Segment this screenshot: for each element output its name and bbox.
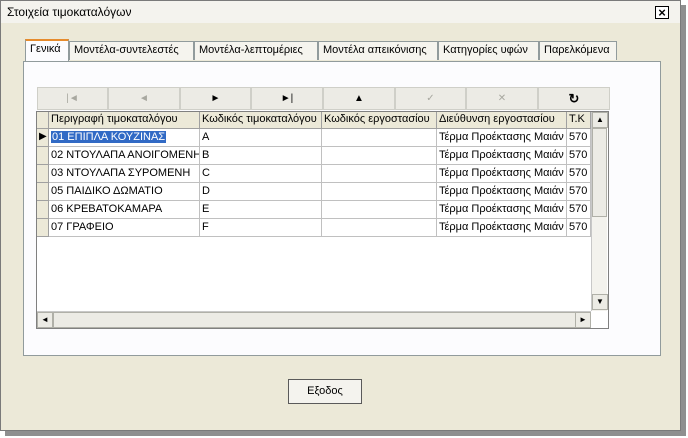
table-cell[interactable] bbox=[322, 147, 437, 165]
table-cell[interactable]: Τέρμα Προέκτασης Μαιάν bbox=[437, 129, 567, 147]
table-cell[interactable]: 01 ΕΠΙΠΛΑ ΚΟΥΖΙΝΑΣ bbox=[49, 129, 200, 147]
table-cell[interactable]: 570 bbox=[567, 147, 591, 165]
exit-button[interactable]: Εξοδος bbox=[288, 379, 362, 404]
table-cell[interactable]: Τέρμα Προέκτασης Μαιάν bbox=[437, 165, 567, 183]
cell-text: D bbox=[202, 185, 210, 197]
table-cell[interactable]: 570 bbox=[567, 201, 591, 219]
record-navigator: |◄ ◄ ► ►| ▲ ✓ ✕ ↻ bbox=[37, 87, 610, 110]
cell-text: 570 bbox=[569, 167, 588, 179]
scroll-up-arrow-icon[interactable]: ▲ bbox=[592, 112, 608, 128]
table-cell[interactable] bbox=[322, 129, 437, 147]
current-row-arrow-icon: ▶ bbox=[39, 131, 47, 142]
close-button[interactable]: × bbox=[655, 6, 669, 19]
table-cell[interactable]: D bbox=[200, 183, 322, 201]
cell-text: C bbox=[202, 167, 210, 179]
table-cell[interactable] bbox=[322, 165, 437, 183]
cell-text: 03 ΝΤΟΥΛΑΠΑ ΣΥΡΟΜΕΝΗ bbox=[51, 167, 191, 179]
column-header-factory-code[interactable]: Κωδικός εργοστασίου bbox=[322, 112, 437, 129]
table-cell[interactable]: 570 bbox=[567, 165, 591, 183]
table-cell[interactable]: 07 ΓΡΑΦΕΙΟ bbox=[49, 219, 200, 237]
next-record-button[interactable]: ► bbox=[180, 87, 251, 110]
table-cell[interactable]: Τέρμα Προέκτασης Μαιάν bbox=[437, 183, 567, 201]
scroll-down-arrow-icon[interactable]: ▼ bbox=[592, 294, 608, 310]
scroll-left-arrow-icon[interactable]: ◄ bbox=[37, 312, 53, 328]
title-bar: Στοιχεία τιμοκαταλόγων × bbox=[1, 1, 680, 23]
vertical-scroll-thumb[interactable] bbox=[592, 128, 607, 217]
table-cell[interactable]: 03 ΝΤΟΥΛΑΠΑ ΣΥΡΟΜΕΝΗ bbox=[49, 165, 200, 183]
row-indicator[interactable] bbox=[37, 201, 49, 219]
tab-general[interactable]: Γενικά bbox=[25, 39, 69, 61]
cancel-record-button[interactable]: ✕ bbox=[466, 87, 538, 110]
vertical-scrollbar[interactable]: ▲ ▼ bbox=[591, 112, 608, 311]
column-header-factory-address[interactable]: Διεύθυνση εργοστασίου bbox=[437, 112, 567, 129]
prior-record-button[interactable]: ◄ bbox=[108, 87, 180, 110]
table-cell[interactable]: 570 bbox=[567, 219, 591, 237]
table-cell[interactable]: B bbox=[200, 147, 322, 165]
cell-text: 570 bbox=[569, 203, 588, 215]
table-cell[interactable]: E bbox=[200, 201, 322, 219]
row-indicator[interactable] bbox=[37, 147, 49, 165]
cell-text: 07 ΓΡΑΦΕΙΟ bbox=[51, 221, 114, 233]
tab-model-coefficients[interactable]: Μοντέλα-συντελεστές bbox=[69, 41, 194, 60]
cell-text: 02 ΝΤΟΥΛΑΠΑ ΑΝΟΙΓΟΜΕΝΗ bbox=[51, 149, 200, 161]
tab-accessories[interactable]: Παρελκόμενα bbox=[539, 41, 617, 60]
table-cell[interactable]: 06 ΚΡΕΒΑΤΟΚΑΜΑΡΑ bbox=[49, 201, 200, 219]
indicator-header bbox=[37, 112, 49, 129]
table-cell[interactable]: F bbox=[200, 219, 322, 237]
table-cell[interactable]: Τέρμα Προέκτασης Μαιάν bbox=[437, 201, 567, 219]
cell-text: F bbox=[202, 221, 209, 233]
row-indicator[interactable] bbox=[37, 183, 49, 201]
refresh-button[interactable]: ↻ bbox=[538, 87, 610, 110]
table-cell[interactable]: Τέρμα Προέκτασης Μαιάν bbox=[437, 219, 567, 237]
table-cell[interactable]: 02 ΝΤΟΥΛΑΠΑ ΑΝΟΙΓΟΜΕΝΗ bbox=[49, 147, 200, 165]
table-cell[interactable]: 570 bbox=[567, 129, 591, 147]
cell-text: Τέρμα Προέκτασης Μαιάν bbox=[439, 149, 564, 161]
cell-text: 570 bbox=[569, 221, 588, 233]
row-indicator[interactable] bbox=[37, 219, 49, 237]
table-cell[interactable] bbox=[322, 183, 437, 201]
tab-fabric-categories[interactable]: Κατηγορίες υφών bbox=[438, 41, 539, 60]
cell-text: 06 ΚΡΕΒΑΤΟΚΑΜΑΡΑ bbox=[51, 203, 163, 215]
price-list-grid[interactable]: Περιγραφή τιμοκαταλόγου Κωδικός τιμοκατα… bbox=[36, 111, 609, 329]
cell-text: A bbox=[202, 131, 210, 143]
window-shadow-right bbox=[681, 5, 686, 435]
cell-text: Τέρμα Προέκτασης Μαιάν bbox=[439, 131, 564, 143]
last-record-button[interactable]: ►| bbox=[251, 87, 323, 110]
table-cell[interactable] bbox=[322, 201, 437, 219]
cell-text: B bbox=[202, 149, 210, 161]
cell-text: Τέρμα Προέκτασης Μαιάν bbox=[439, 221, 564, 233]
window-shadow-bottom bbox=[5, 431, 686, 436]
cell-text: Τέρμα Προέκτασης Μαιάν bbox=[439, 185, 564, 197]
table-cell[interactable]: C bbox=[200, 165, 322, 183]
scroll-right-arrow-icon[interactable]: ► bbox=[575, 312, 591, 328]
cell-text: 570 bbox=[569, 185, 588, 197]
cell-text: E bbox=[202, 203, 210, 215]
tab-model-details[interactable]: Μοντέλα-λεπτομέριες bbox=[194, 41, 318, 60]
column-header-postal-code[interactable]: T.K bbox=[567, 112, 591, 129]
table-cell[interactable]: 570 bbox=[567, 183, 591, 201]
cell-text: 570 bbox=[569, 149, 588, 161]
tab-model-display[interactable]: Μοντέλα απεικόνισης bbox=[318, 41, 438, 60]
table-cell[interactable] bbox=[322, 219, 437, 237]
insert-record-button[interactable]: ▲ bbox=[323, 87, 395, 110]
table-cell[interactable]: 05 ΠΑΙΔΙΚΟ ΔΩΜΑΤΙΟ bbox=[49, 183, 200, 201]
cell-text: Τέρμα Προέκτασης Μαιάν bbox=[439, 167, 564, 179]
cell-text: Τέρμα Προέκτασης Μαιάν bbox=[439, 203, 564, 215]
window-title: Στοιχεία τιμοκαταλόγων bbox=[7, 5, 132, 19]
column-header-description[interactable]: Περιγραφή τιμοκαταλόγου bbox=[49, 112, 200, 129]
table-cell[interactable]: A bbox=[200, 129, 322, 147]
row-indicator[interactable] bbox=[37, 165, 49, 183]
table-cell[interactable]: Τέρμα Προέκτασης Μαιάν bbox=[437, 147, 567, 165]
cell-text: 05 ΠΑΙΔΙΚΟ ΔΩΜΑΤΙΟ bbox=[51, 185, 163, 197]
cell-text: 570 bbox=[569, 131, 588, 143]
cell-text: 01 ΕΠΙΠΛΑ ΚΟΥΖΙΝΑΣ bbox=[51, 131, 167, 143]
row-indicator[interactable]: ▶ bbox=[37, 129, 49, 147]
horizontal-scroll-thumb[interactable] bbox=[53, 312, 577, 328]
post-record-button[interactable]: ✓ bbox=[395, 87, 466, 110]
horizontal-scrollbar[interactable]: ◄ ► bbox=[37, 311, 591, 328]
first-record-button[interactable]: |◄ bbox=[37, 87, 108, 110]
column-header-pricelist-code[interactable]: Κωδικός τιμοκαταλόγου bbox=[200, 112, 322, 129]
